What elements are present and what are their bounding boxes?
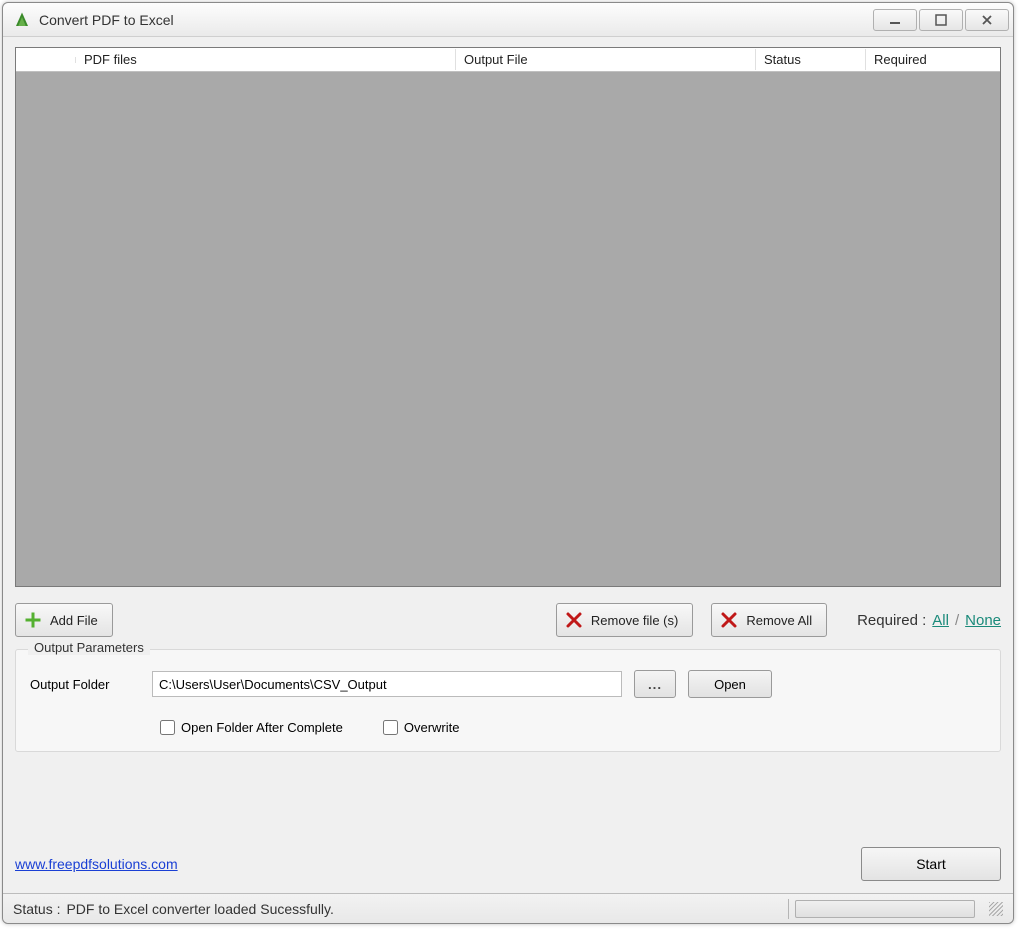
column-header-required[interactable]: Required xyxy=(866,49,956,70)
output-folder-label: Output Folder xyxy=(30,677,140,692)
grid-header: PDF files Output File Status Required xyxy=(16,48,1000,72)
required-filter: Required : All / None xyxy=(857,612,1001,629)
close-button[interactable] xyxy=(965,9,1009,31)
output-parameters-group: Output Parameters Output Folder ... Open… xyxy=(15,649,1001,752)
remove-all-button[interactable]: Remove All xyxy=(711,603,827,637)
window-controls xyxy=(871,9,1009,31)
maximize-button[interactable] xyxy=(919,9,963,31)
maximize-icon xyxy=(935,14,947,26)
close-icon xyxy=(981,14,993,26)
app-icon xyxy=(13,11,31,29)
required-sep: / xyxy=(955,612,959,629)
titlebar: Convert PDF to Excel xyxy=(3,3,1013,37)
required-none-link[interactable]: None xyxy=(965,612,1001,629)
add-file-label: Add File xyxy=(50,613,98,628)
output-parameters-title: Output Parameters xyxy=(28,640,150,655)
grid-body[interactable] xyxy=(16,72,1000,586)
overwrite-label: Overwrite xyxy=(404,720,460,735)
x-icon xyxy=(565,611,583,629)
status-prefix: Status : xyxy=(13,901,60,917)
app-window: Convert PDF to Excel PDF files Output Fi… xyxy=(2,2,1014,924)
window-title: Convert PDF to Excel xyxy=(39,12,871,28)
remove-all-label: Remove All xyxy=(746,613,812,628)
column-header-output[interactable]: Output File xyxy=(456,49,756,70)
status-separator xyxy=(788,899,789,919)
minimize-button[interactable] xyxy=(873,9,917,31)
start-button[interactable]: Start xyxy=(861,847,1001,881)
add-file-button[interactable]: Add File xyxy=(15,603,113,637)
overwrite-checkbox[interactable] xyxy=(383,720,398,735)
minimize-icon xyxy=(889,14,901,26)
overwrite-checkbox-wrap[interactable]: Overwrite xyxy=(383,720,460,735)
browse-button[interactable]: ... xyxy=(634,670,676,698)
action-row: Add File Remove file (s) Remove All Requ… xyxy=(15,603,1001,637)
options-row: Open Folder After Complete Overwrite xyxy=(160,720,986,735)
open-after-label: Open Folder After Complete xyxy=(181,720,343,735)
progress-area xyxy=(788,899,1003,919)
output-folder-input[interactable] xyxy=(152,671,622,697)
open-folder-button[interactable]: Open xyxy=(688,670,772,698)
resize-grip-icon[interactable] xyxy=(989,902,1003,916)
plus-icon xyxy=(24,611,42,629)
remove-file-button[interactable]: Remove file (s) xyxy=(556,603,693,637)
website-link[interactable]: www.freepdfsolutions.com xyxy=(15,856,178,872)
file-grid[interactable]: PDF files Output File Status Required xyxy=(15,47,1001,587)
x-icon xyxy=(720,611,738,629)
column-header-icon[interactable] xyxy=(16,57,76,63)
required-label: Required : xyxy=(857,612,926,629)
statusbar: Status : PDF to Excel converter loaded S… xyxy=(3,893,1013,923)
required-all-link[interactable]: All xyxy=(932,612,949,629)
column-header-status[interactable]: Status xyxy=(756,49,866,70)
remove-file-label: Remove file (s) xyxy=(591,613,678,628)
open-after-checkbox-wrap[interactable]: Open Folder After Complete xyxy=(160,720,343,735)
progress-bar xyxy=(795,900,975,918)
status-message: PDF to Excel converter loaded Sucessfull… xyxy=(66,901,333,917)
bottom-row: www.freepdfsolutions.com Start xyxy=(15,847,1001,887)
client-area: PDF files Output File Status Required Ad… xyxy=(3,37,1013,893)
column-header-pdf[interactable]: PDF files xyxy=(76,49,456,70)
open-after-checkbox[interactable] xyxy=(160,720,175,735)
output-folder-row: Output Folder ... Open xyxy=(30,670,986,698)
